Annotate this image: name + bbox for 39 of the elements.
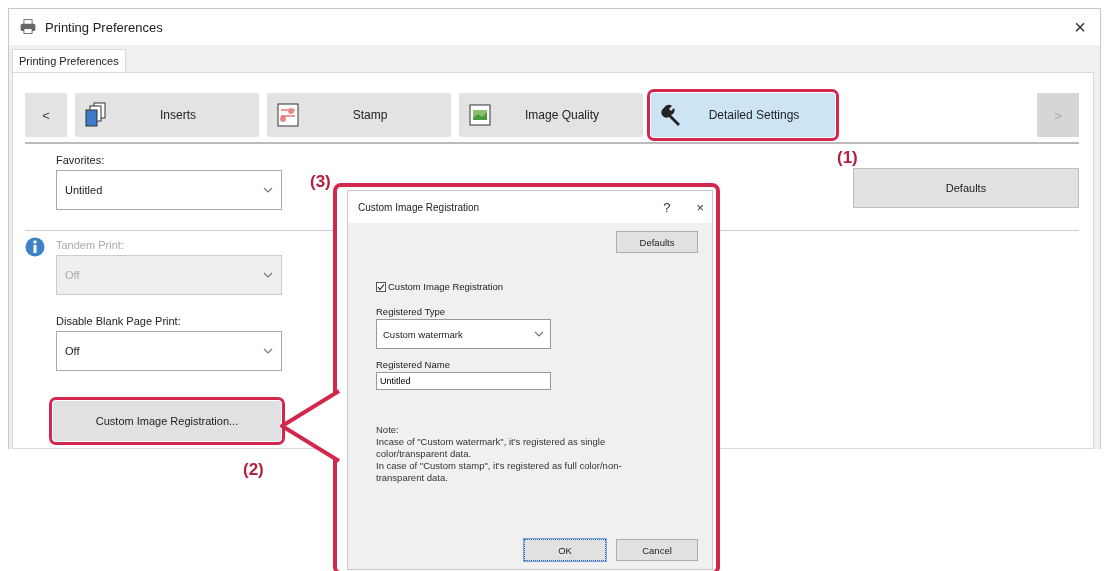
dialog-title: Custom Image Registration	[358, 201, 481, 213]
name-field[interactable]: Untitled	[376, 372, 551, 390]
category-tab[interactable]: Image Quality	[459, 93, 643, 137]
wrench-icon	[661, 102, 683, 128]
field-label: Disable Blank Page Print:	[56, 315, 182, 327]
field-label: Registered Type	[376, 306, 446, 317]
picture-icon	[469, 102, 491, 128]
field-label: Favorites:	[56, 154, 106, 166]
favorites-dropdown[interactable]: Untitled	[56, 170, 282, 210]
chevron-down-icon	[263, 187, 273, 193]
type-dropdown[interactable]: Custom watermark	[376, 319, 551, 349]
stamp-icon	[277, 102, 299, 128]
pages-icon	[85, 102, 107, 128]
chevron-down-icon	[263, 272, 273, 278]
callout-label: (1)	[837, 148, 858, 168]
checkbox[interactable]	[376, 281, 386, 292]
window-title: Printing Preferences	[45, 19, 164, 35]
help-button[interactable]: ?	[663, 199, 671, 215]
category-tab[interactable]: Inserts	[75, 93, 259, 137]
note-text: Incase of "Custom watermark", it's registered as single color/transparent data.	[376, 436, 607, 460]
chevron-down-icon	[263, 348, 273, 354]
close-button[interactable]: ×	[696, 199, 704, 215]
field-label: Tandem Print:	[56, 239, 125, 251]
defaults-button[interactable]: Defaults	[853, 168, 1079, 208]
checkbox-label: Custom Image Registration	[388, 281, 504, 292]
category-tab[interactable]: Stamp	[267, 93, 451, 137]
dialog-button[interactable]: OK	[524, 539, 606, 561]
field-label: Registered Name	[376, 359, 451, 370]
callout-label: (3)	[310, 172, 331, 192]
tab[interactable]: Printing Preferences	[12, 49, 126, 72]
callout-label: (2)	[243, 460, 264, 480]
previous-button[interactable]: <	[25, 93, 67, 137]
chevron-down-icon	[534, 331, 544, 337]
note-text: In case of "Custom stamp", it's registered as full color/non-transparent data.	[376, 460, 623, 484]
note-text: Note:	[376, 424, 400, 436]
dialog-button[interactable]: Cancel	[616, 539, 698, 561]
setting-dropdown[interactable]: Off	[56, 331, 282, 371]
close-button[interactable]: ×	[1070, 15, 1090, 39]
defaults-button[interactable]: Defaults	[616, 231, 698, 253]
